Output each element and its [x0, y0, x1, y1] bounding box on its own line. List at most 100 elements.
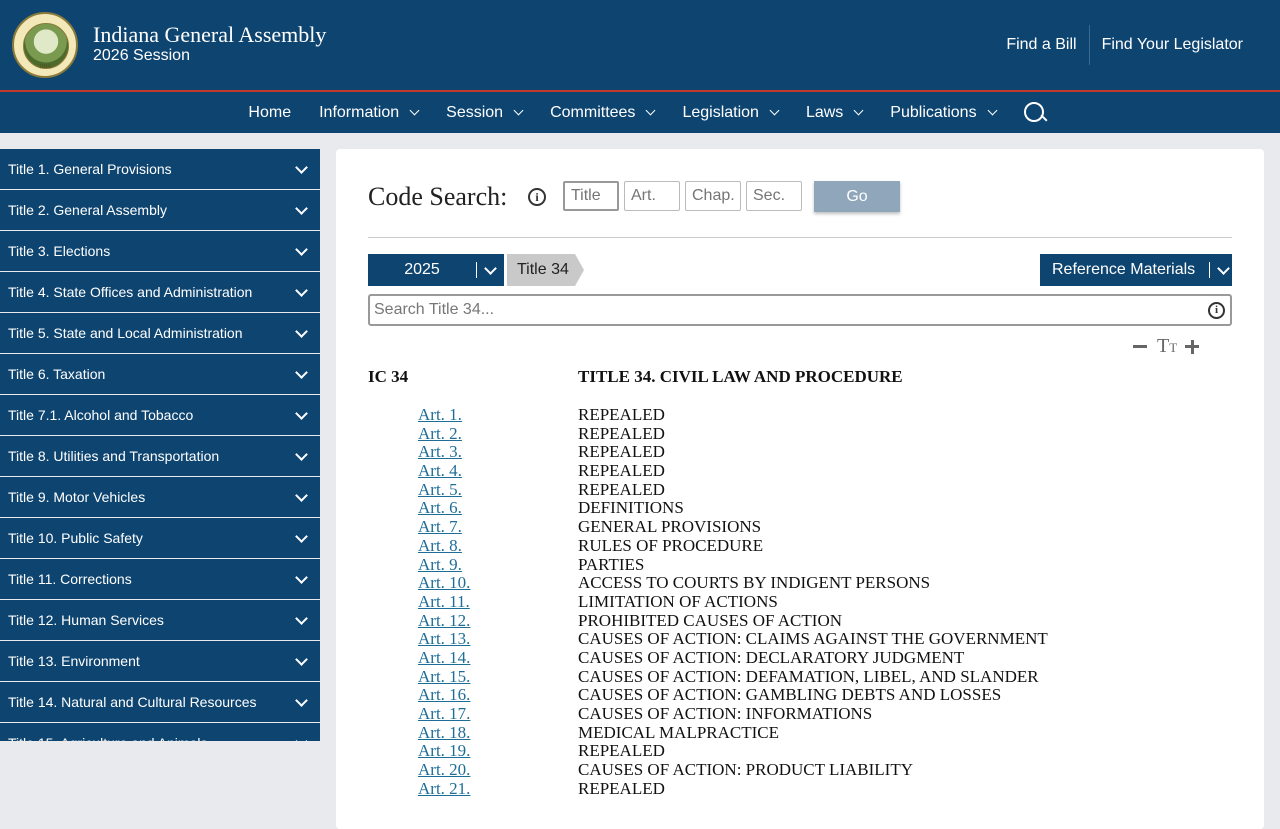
info-icon[interactable]: i: [528, 188, 546, 206]
article-row: Art. 21. REPEALED: [418, 778, 1178, 799]
sidebar-title-item[interactable]: Title 2. General Assembly: [0, 190, 320, 230]
nav-publications[interactable]: Publications: [890, 103, 998, 122]
article-link[interactable]: Art. 12.: [418, 611, 470, 631]
reference-materials-dropdown[interactable]: Reference Materials: [1040, 254, 1232, 286]
chevron-down-icon: [295, 201, 308, 215]
year-select[interactable]: 2025: [368, 254, 504, 286]
sidebar-title-item[interactable]: Title 1. General Provisions: [0, 149, 320, 189]
code-citation: IC 34: [368, 367, 409, 386]
article-number-input[interactable]: [624, 181, 680, 211]
nav-home[interactable]: Home: [248, 104, 291, 122]
article-link[interactable]: Art. 15.: [418, 667, 470, 687]
sidebar-title-item[interactable]: Title 5. State and Local Administration: [0, 313, 320, 353]
article-description: CAUSES OF ACTION: CLAIMS AGAINST THE GOV…: [578, 629, 1048, 649]
article-link[interactable]: Art. 19.: [418, 742, 470, 761]
article-row: Art. 1. REPEALED: [418, 405, 1178, 425]
article-link[interactable]: Art. 11.: [418, 592, 470, 612]
chevron-down-icon: [295, 324, 308, 338]
chapter-number-input[interactable]: [685, 181, 741, 211]
chevron-down-icon: [295, 447, 308, 461]
article-row: Art. 11. LIMITATION OF ACTIONS: [418, 591, 1178, 612]
sidebar-title-item[interactable]: Title 14. Natural and Cultural Resources: [0, 682, 320, 722]
article-row: Art. 3. REPEALED: [418, 443, 1178, 462]
decrease-text-icon[interactable]: [1133, 345, 1147, 348]
nav-information[interactable]: Information: [319, 104, 420, 122]
article-description: MEDICAL MALPRACTICE: [578, 722, 780, 742]
nav-session[interactable]: Session: [446, 104, 524, 122]
nav-laws[interactable]: Laws: [806, 104, 864, 122]
article-description: REPEALED: [578, 778, 665, 798]
article-link[interactable]: Art. 1.: [418, 405, 462, 425]
article-link[interactable]: Art. 16.: [418, 686, 470, 705]
chevron-down-icon: [645, 105, 656, 116]
article-link[interactable]: Art. 18.: [418, 723, 470, 743]
text-size-tools: TT: [1133, 335, 1203, 358]
search-icon[interactable]: [1023, 101, 1048, 124]
go-button[interactable]: Go: [814, 181, 900, 212]
nav-legislation[interactable]: Legislation: [682, 104, 780, 122]
header-links: Find a Bill Find Your Legislator: [994, 25, 1255, 65]
sidebar-title-item[interactable]: Title 12. Human Services: [0, 600, 320, 640]
find-a-bill-link[interactable]: Find a Bill: [994, 36, 1088, 54]
article-list: Art. 1. REPEALED Art. 2. REPEALED Art. 3. REP…: [418, 405, 1178, 799]
search-info-icon[interactable]: i: [1208, 302, 1225, 319]
seal-year: 1816: [39, 64, 51, 70]
title-search-input[interactable]: [368, 294, 1232, 326]
chevron-down-icon: [295, 529, 308, 543]
article-row: Art. 5. REPEALED: [418, 480, 1178, 500]
text-size-icon[interactable]: TT: [1157, 335, 1177, 358]
article-link[interactable]: Art. 8.: [418, 536, 462, 556]
state-seal-logo[interactable]: 1816: [12, 12, 78, 78]
article-link[interactable]: Art. 17.: [418, 704, 470, 724]
sidebar-title-item[interactable]: Title 8. Utilities and Transportation: [0, 436, 320, 476]
article-row: Art. 18. MEDICAL MALPRACTICE: [418, 722, 1178, 743]
sidebar-title-item[interactable]: Title 15. Agriculture and Animals: [0, 723, 320, 741]
section-number-input[interactable]: [746, 181, 802, 211]
article-link[interactable]: Art. 3.: [418, 443, 462, 462]
article-link[interactable]: Art. 14.: [418, 648, 470, 668]
article-description: REPEALED: [578, 405, 665, 424]
article-link[interactable]: Art. 4.: [418, 461, 462, 481]
sidebar-title-label: Title 12. Human Services: [8, 612, 164, 628]
article-row: Art. 15. CAUSES OF ACTION: DEFAMATION, LI…: [418, 667, 1178, 687]
site-title[interactable]: Indiana General Assembly: [93, 22, 326, 48]
article-link[interactable]: Art. 6.: [418, 499, 462, 518]
article-link[interactable]: Art. 9.: [418, 555, 462, 575]
chevron-down-icon: [1217, 261, 1231, 275]
sidebar-title-item[interactable]: Title 4. State Offices and Administratio…: [0, 272, 320, 312]
sidebar-title-item[interactable]: Title 13. Environment: [0, 641, 320, 681]
sidebar-title-item[interactable]: Title 9. Motor Vehicles: [0, 477, 320, 517]
article-link[interactable]: Art. 13.: [418, 630, 470, 649]
sidebar-title-label: Title 5. State and Local Administration: [8, 325, 243, 341]
article-link[interactable]: Art. 7.: [418, 517, 462, 537]
sidebar-title-label: Title 14. Natural and Cultural Resources: [8, 694, 257, 710]
article-row: Art. 2. REPEALED: [418, 424, 1178, 444]
article-description: REPEALED: [578, 741, 665, 761]
sidebar-title-label: Title 6. Taxation: [8, 366, 106, 382]
sidebar-title-label: Title 7.1. Alcohol and Tobacco: [8, 407, 194, 423]
sidebar-title-item[interactable]: Title 11. Corrections: [0, 559, 320, 599]
sidebar-title-item[interactable]: Title 7.1. Alcohol and Tobacco: [0, 395, 320, 435]
sidebar-title-item[interactable]: Title 10. Public Safety: [0, 518, 320, 558]
sidebar-title-item[interactable]: Title 3. Elections: [0, 231, 320, 271]
article-row: Art. 8. RULES OF PROCEDURE: [418, 536, 1178, 556]
sidebar-title-item[interactable]: Title 6. Taxation: [0, 354, 320, 394]
article-link[interactable]: Art. 21.: [418, 779, 470, 799]
sidebar-title-label: Title 10. Public Safety: [8, 530, 143, 546]
find-your-legislator-link[interactable]: Find Your Legislator: [1090, 36, 1255, 54]
site-header: 1816 Indiana General Assembly 2026 Sessi…: [0, 0, 1280, 90]
nav-publications-label: Publications: [890, 103, 977, 121]
breadcrumb-title[interactable]: Title 34: [507, 254, 575, 286]
article-link[interactable]: Art. 10.: [418, 573, 470, 593]
article-link[interactable]: Art. 2.: [418, 424, 462, 444]
article-description: CAUSES OF ACTION: PRODUCT LIABILITY: [578, 760, 913, 780]
article-row: Art. 7. GENERAL PROVISIONS: [418, 517, 1178, 537]
title-number-input[interactable]: [563, 181, 619, 211]
reference-materials-label: Reference Materials: [1052, 261, 1196, 278]
article-row: Art. 10. ACCESS TO COURTS BY INDIGENT PER…: [418, 573, 1178, 593]
article-description: LIMITATION OF ACTIONS: [578, 591, 778, 611]
article-link[interactable]: Art. 20.: [418, 760, 470, 780]
article-row: Art. 17. CAUSES OF ACTION: INFORMATIONS: [418, 704, 1178, 724]
article-link[interactable]: Art. 5.: [418, 480, 462, 500]
nav-committees[interactable]: Committees: [550, 104, 656, 122]
